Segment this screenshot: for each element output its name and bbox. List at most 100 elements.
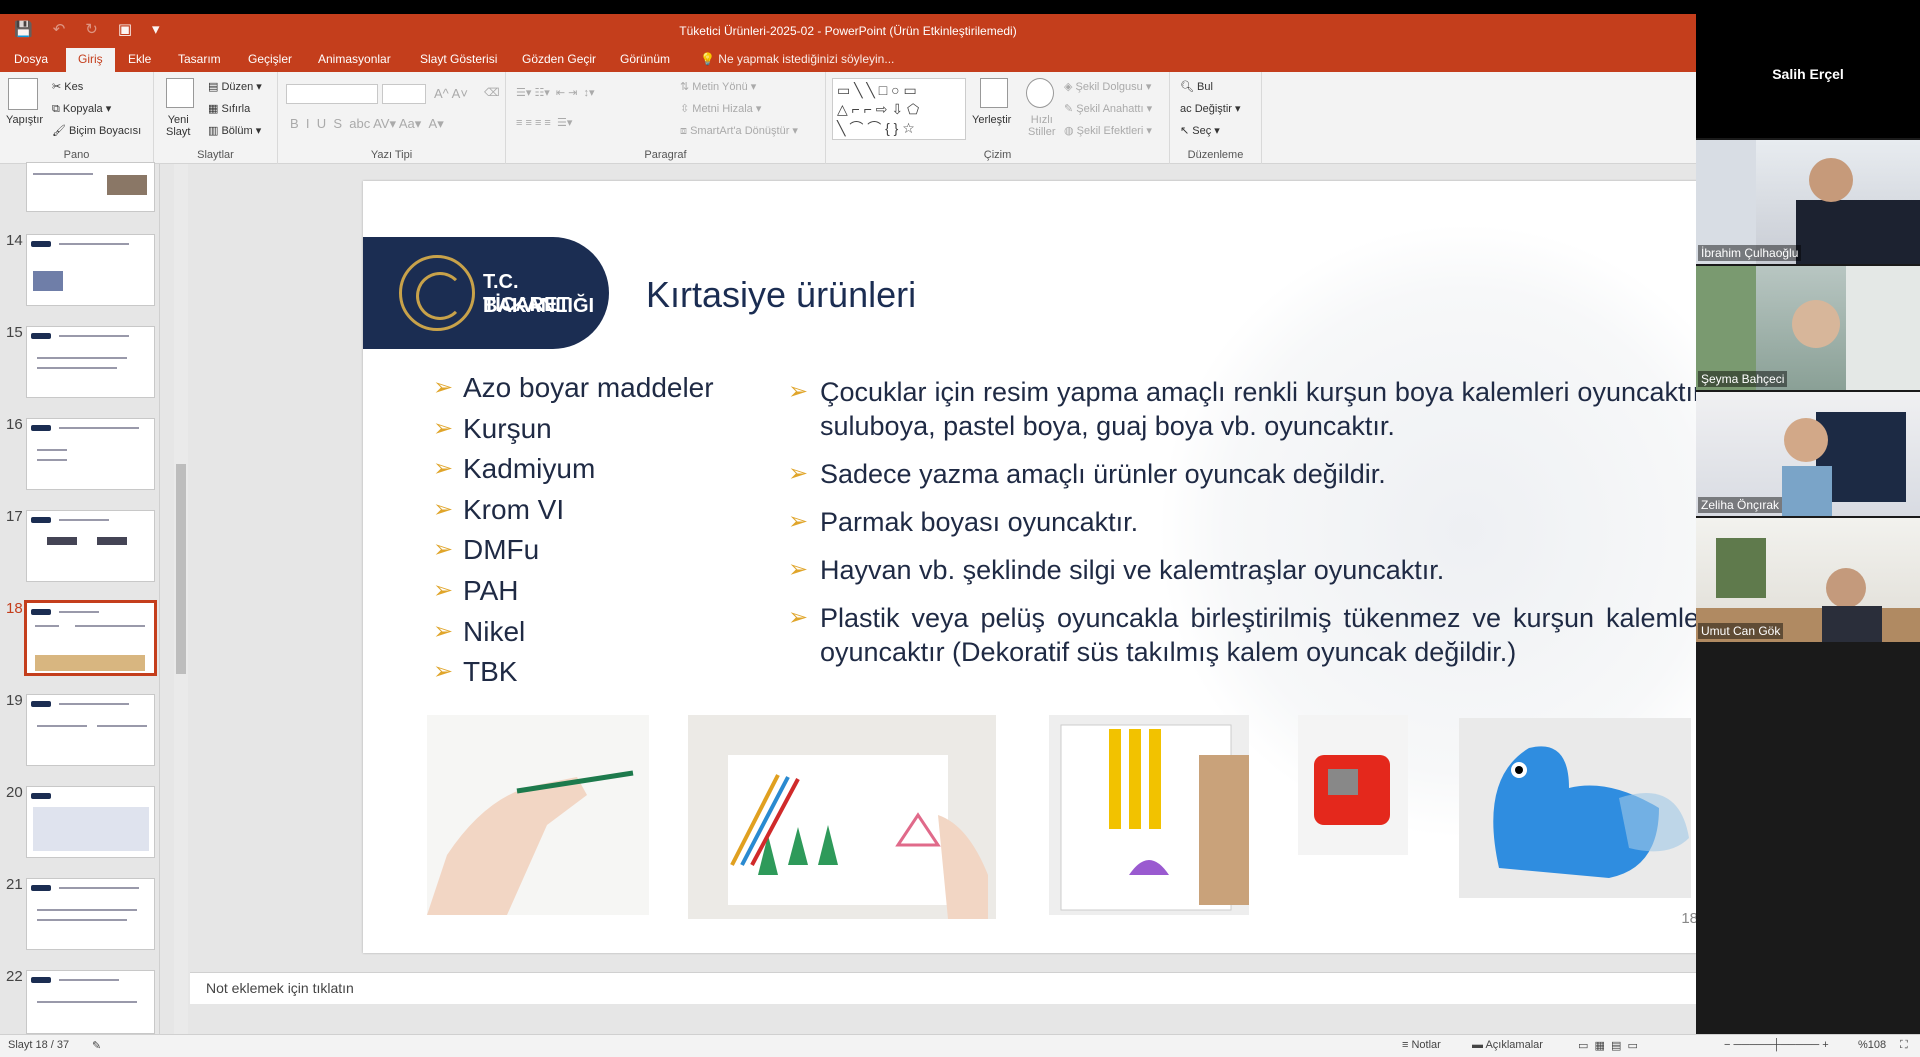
cut-button[interactable]: ✂ Kes	[52, 80, 83, 93]
comments-toggle[interactable]: ▬ Açıklamalar	[1472, 1039, 1543, 1051]
list-item[interactable]: ➢ Azo boyar maddeler	[433, 368, 714, 409]
participant-tile[interactable]: Şeyma Bahçeci	[1696, 266, 1920, 390]
list-item[interactable]: ➢ TBK	[433, 652, 714, 693]
participant-tile[interactable]: Zeliha Önçırak	[1696, 392, 1920, 516]
font-name-dropdown[interactable]	[286, 84, 378, 104]
notebook-pencils-image[interactable]	[1049, 715, 1249, 915]
tab-ekle[interactable]: Ekle	[128, 52, 151, 66]
arrow-bullet-icon: ➢	[433, 576, 454, 604]
find-button[interactable]: 🔍︎ Bul	[1180, 80, 1213, 93]
notes-placeholder[interactable]: Not eklemek için tıklatın	[206, 980, 354, 996]
paste-icon[interactable]	[8, 78, 38, 110]
list-item[interactable]: ➢ Sadece yazma amaçlı ürünler oyuncak değ…	[788, 457, 1708, 491]
tab-dosya[interactable]: Dosya	[14, 52, 48, 66]
scrollbar-thumb[interactable]	[176, 464, 186, 674]
effects-icon: ◍	[1064, 125, 1077, 137]
slide-thumbnail[interactable]	[26, 786, 155, 858]
list-item[interactable]: ➢ Hayvan vb. şeklinde silgi ve kalemtraşl…	[788, 553, 1708, 587]
arrow-bullet-icon: ➢	[788, 556, 809, 583]
notes-toggle[interactable]: ≡ Notlar	[1402, 1039, 1441, 1051]
slide-thumbnail-pane: 14 15 16 17 18 19 20 21 22	[0, 162, 160, 1034]
shapes-gallery[interactable]: ▭ ╲ ╲ □ ○ ▭ △ ⌐ ⌐ ⇨ ⇩ ⬠ ╲ ⌒ ⌒ { } ☆	[832, 78, 966, 140]
tab-gecisler[interactable]: Geçişler	[248, 52, 292, 66]
tab-giris[interactable]: Giriş	[66, 48, 115, 72]
align-icons[interactable]: ≡ ≡ ≡ ≡ ☰▾	[516, 116, 572, 129]
slide-thumbnail[interactable]	[26, 694, 155, 766]
substance-list[interactable]: ➢ Azo boyar maddeler ➢ Kurşun ➢ Kadmiyum ➢ K…	[433, 368, 714, 693]
align-text-button[interactable]: ⇳ Metni Hizala ▾	[680, 102, 761, 115]
arrange-button[interactable]: Yerleştir	[972, 114, 1011, 126]
new-slide-button[interactable]: Yeni Slayt	[166, 114, 190, 138]
format-painter-button[interactable]: 🖌 Biçim Boyacısı	[52, 124, 141, 137]
select-button[interactable]: ↖ Seç ▾	[1180, 124, 1220, 137]
slide-canvas[interactable]: T.C. TİCARET BAKANLIĞI Kırtasiye ürünler…	[363, 181, 1736, 953]
slide-thumbnail[interactable]	[26, 510, 155, 582]
list-item[interactable]: ➢ Kurşun	[433, 409, 714, 450]
spellcheck-icon[interactable]: ✎	[92, 1039, 101, 1052]
copy-button[interactable]: ⧉ Kopyala ▾	[52, 102, 111, 116]
zoom-slider[interactable]: − ─────┼───── +	[1724, 1039, 1829, 1051]
list-item[interactable]: ➢ Nikel	[433, 612, 714, 653]
layout-button[interactable]: ▤ Düzen ▾	[208, 80, 262, 93]
group-label: Düzenleme	[1187, 149, 1244, 161]
view-buttons[interactable]: ▭ ▦ ▤ ▭	[1578, 1039, 1638, 1052]
notes-pane[interactable]: Not eklemek için tıklatın	[190, 972, 1696, 1004]
font-style-icons[interactable]: B I U S abc AV▾ Aa▾ A▾	[290, 116, 444, 132]
list-item[interactable]: ➢ PAH	[433, 571, 714, 612]
slide-thumbnail-selected[interactable]	[24, 600, 157, 676]
participant-tile[interactable]: Umut Can Gök	[1696, 518, 1920, 642]
group-label: Paragraf	[644, 149, 687, 161]
group-duzenleme: 🔍︎ Bul ac Değiştir ▾ ↖ Seç ▾ Düzenleme	[1170, 72, 1262, 164]
scissors-icon: ✂	[52, 81, 65, 93]
shape-outline-button[interactable]: ✎ Şekil Anahattı ▾	[1064, 102, 1152, 115]
list-item[interactable]: ➢ Çocuklar için resim yapma amaçlı renkli…	[788, 375, 1708, 443]
dinosaur-sharpener-image[interactable]	[1459, 718, 1691, 898]
list-item[interactable]: ➢ Kadmiyum	[433, 449, 714, 490]
shape-effects-button[interactable]: ◍ Şekil Efektleri ▾	[1064, 124, 1152, 137]
slide-thumbnail[interactable]	[26, 418, 155, 490]
zoom-level[interactable]: %108	[1858, 1039, 1886, 1051]
font-size-dropdown[interactable]	[382, 84, 426, 104]
text-direction-button[interactable]: ⇅ Metin Yönü ▾	[680, 80, 756, 93]
arrow-bullet-icon: ➢	[433, 455, 454, 483]
slide-thumbnail[interactable]	[26, 878, 155, 950]
participant-tile[interactable]: İbrahim Çulhaoğlu	[1696, 140, 1920, 264]
bullets-icon[interactable]: ☰▾ ☷▾ ⇤ ⇥ ↕▾	[516, 86, 595, 99]
thumbnail-scrollbar[interactable]	[174, 164, 188, 1034]
list-item[interactable]: ➢ Krom VI	[433, 490, 714, 531]
fit-slide-icon[interactable]: ⛶	[1900, 1039, 1908, 1052]
reset-button[interactable]: ▦ Sıfırla	[208, 102, 250, 115]
cursor-icon: ↖	[1180, 125, 1193, 137]
paste-button[interactable]: Yapıştır	[6, 114, 43, 126]
replace-button[interactable]: ac Değiştir ▾	[1180, 102, 1241, 115]
list-item[interactable]: ➢ Plastik veya pelüş oyuncakla birleştiri…	[788, 601, 1708, 669]
group-label: Çizim	[983, 149, 1012, 161]
smartart-button[interactable]: ⧈ SmartArt'a Dönüştür ▾	[680, 124, 798, 138]
tab-gorunum[interactable]: Görünüm	[620, 52, 670, 66]
hand-writing-image[interactable]	[427, 715, 649, 915]
tell-me-box[interactable]: 💡 Ne yapmak istediğinizi söyleyin...	[700, 52, 894, 66]
list-item[interactable]: ➢ DMFu	[433, 530, 714, 571]
slide-thumbnail[interactable]	[26, 234, 155, 306]
arrange-icon[interactable]	[980, 78, 1008, 108]
clear-format-icon[interactable]: ⌫	[484, 86, 500, 99]
tab-slayt-gosterisi[interactable]: Slayt Gösterisi	[420, 52, 497, 66]
font-grow-icon[interactable]: A^ A˅	[434, 86, 468, 101]
list-item[interactable]: ➢ Parmak boyası oyuncaktır.	[788, 505, 1708, 539]
quick-styles-button[interactable]: Hızlı Stiller	[1028, 114, 1056, 138]
quick-styles-icon[interactable]	[1026, 78, 1054, 108]
slide-title[interactable]: Kırtasiye ürünleri	[646, 274, 916, 316]
slide-thumbnail[interactable]	[26, 970, 155, 1034]
slide-thumbnail[interactable]	[26, 162, 155, 212]
child-drawing-image[interactable]	[688, 715, 996, 919]
tab-gozden-gecir[interactable]: Gözden Geçir	[522, 52, 596, 66]
slide-thumbnail[interactable]	[26, 326, 155, 398]
new-slide-icon[interactable]	[166, 78, 194, 108]
tab-tasarim[interactable]: Tasarım	[178, 52, 221, 66]
tab-animasyonlar[interactable]: Animasyonlar	[318, 52, 391, 66]
section-button[interactable]: ▥ Bölüm ▾	[208, 124, 261, 137]
rules-list[interactable]: ➢ Çocuklar için resim yapma amaçlı renkli…	[788, 375, 1708, 683]
sharpener-image[interactable]	[1298, 715, 1408, 855]
window-title: Tüketici Ürünleri-2025-02 - PowerPoint (…	[679, 24, 1017, 38]
shape-fill-button[interactable]: ◈ Şekil Dolgusu ▾	[1064, 80, 1151, 93]
